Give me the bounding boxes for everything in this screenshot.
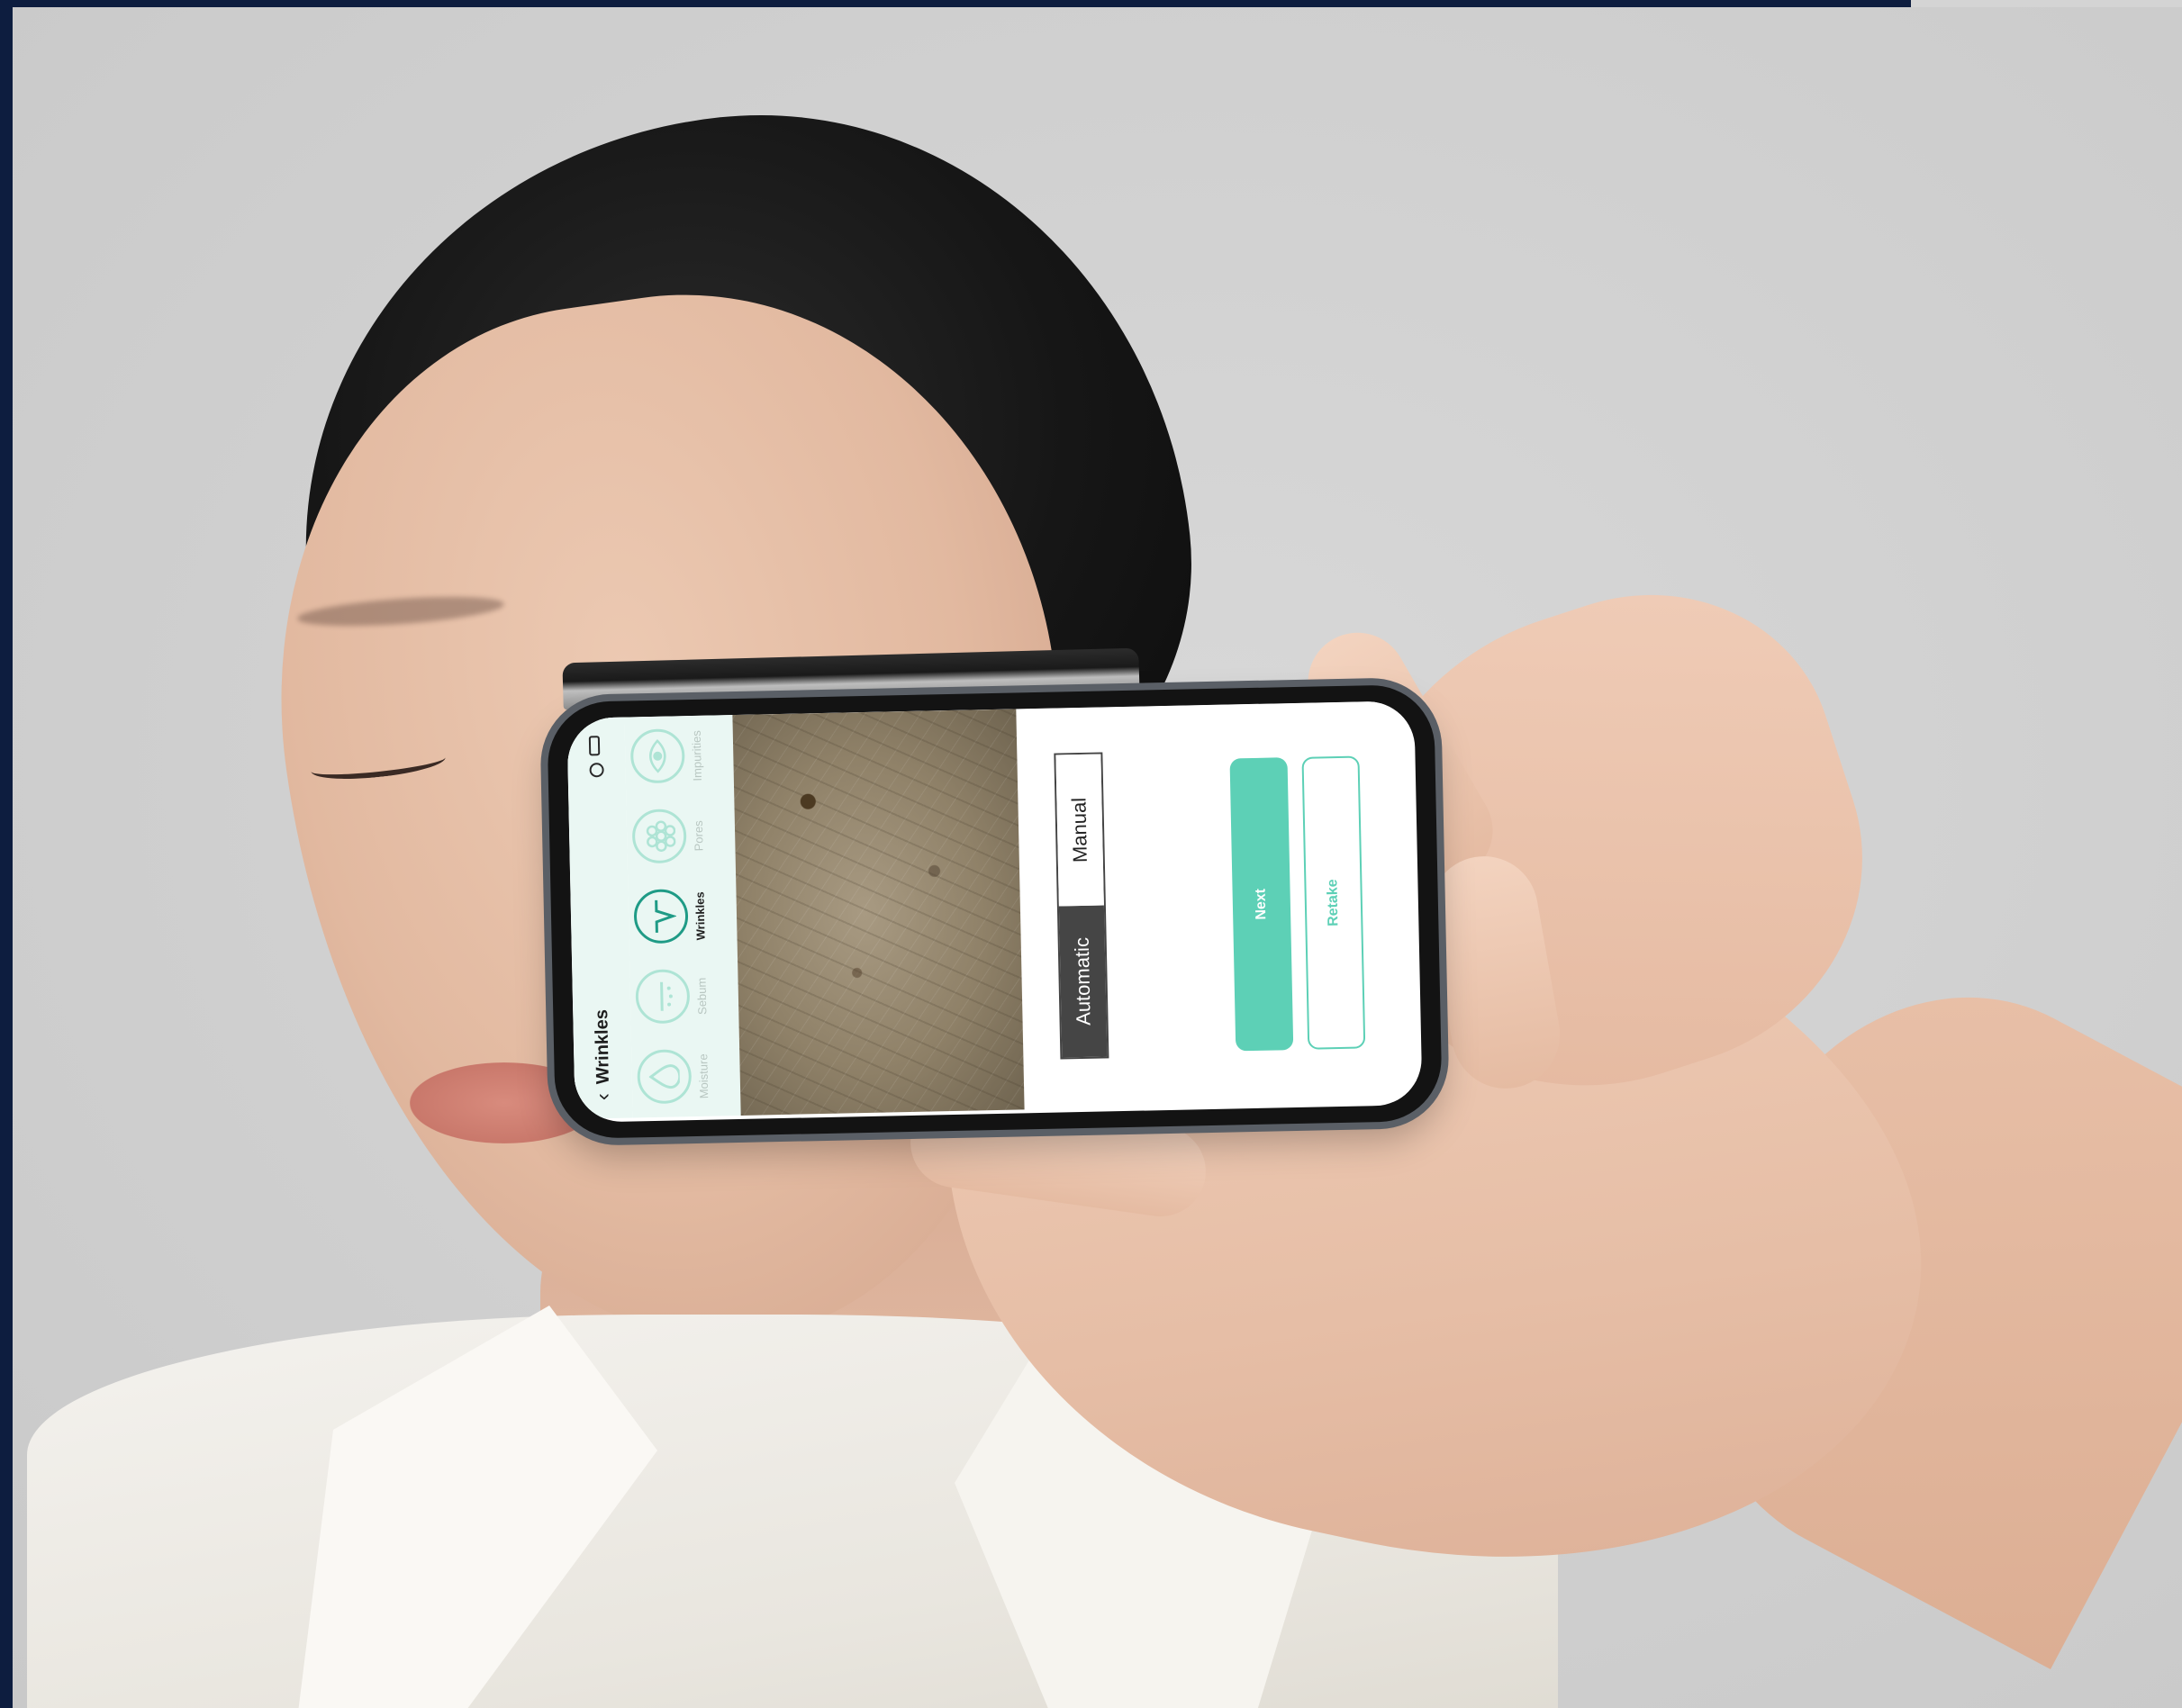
eye-icon bbox=[629, 728, 685, 784]
skin-capture-image bbox=[732, 709, 1025, 1116]
tab-wrinkles[interactable]: Wrinkles bbox=[633, 880, 708, 953]
tab-sebum[interactable]: Sebum bbox=[635, 960, 710, 1034]
drop-icon bbox=[637, 1049, 693, 1105]
photo-frame: ‹ Wrinkles Moisture Sebum Wrinkles Pores… bbox=[0, 0, 2182, 1708]
tab-label: Wrinkles bbox=[693, 891, 708, 941]
tab-impurities[interactable]: Impurities bbox=[629, 719, 704, 793]
analysis-tabs: Moisture Sebum Wrinkles Pores Impurities bbox=[624, 715, 741, 1118]
app-header: ‹ Wrinkles bbox=[566, 717, 633, 1119]
phone-screen: ‹ Wrinkles Moisture Sebum Wrinkles Pores… bbox=[566, 700, 1423, 1123]
tab-label: Pores bbox=[691, 820, 706, 852]
mode-automatic[interactable]: Automatic bbox=[1058, 905, 1108, 1058]
top-border-bar bbox=[0, 0, 1911, 7]
tab-label: Sebum bbox=[694, 977, 710, 1016]
tab-moisture[interactable]: Moisture bbox=[637, 1040, 711, 1114]
retake-button[interactable]: Retake bbox=[1301, 755, 1366, 1050]
left-border-bar bbox=[0, 0, 13, 1708]
smartphone: ‹ Wrinkles Moisture Sebum Wrinkles Pores… bbox=[547, 683, 1443, 1140]
device-battery-icon bbox=[588, 736, 601, 756]
header-icons bbox=[588, 736, 604, 778]
pores-icon bbox=[631, 809, 687, 864]
page-title: Wrinkles bbox=[591, 1008, 613, 1085]
tab-label: Moisture bbox=[696, 1053, 711, 1099]
capture-mode-toggle: Automatic Manual bbox=[1054, 752, 1109, 1060]
back-chevron-icon[interactable]: ‹ bbox=[591, 1093, 616, 1101]
tab-pores[interactable]: Pores bbox=[631, 800, 706, 873]
profile-icon[interactable] bbox=[589, 763, 604, 778]
wrinkle-icon bbox=[633, 889, 689, 944]
tab-label: Impurities bbox=[689, 730, 704, 782]
sebum-icon bbox=[635, 969, 691, 1025]
mode-manual[interactable]: Manual bbox=[1055, 754, 1104, 907]
next-button[interactable]: Next bbox=[1229, 757, 1294, 1052]
skin-analysis-app: ‹ Wrinkles Moisture Sebum Wrinkles Pores… bbox=[566, 700, 1417, 1119]
